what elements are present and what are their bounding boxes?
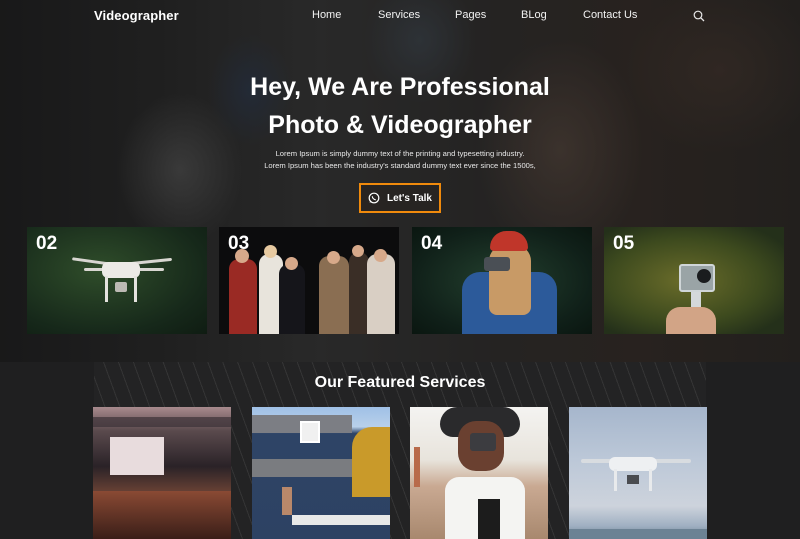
service-card-real-estate[interactable] xyxy=(252,407,390,539)
hero-subtext: Lorem Ipsum is simply dummy text of the … xyxy=(0,148,800,172)
drone-image xyxy=(71,252,173,312)
nav-item-home[interactable]: Home xyxy=(312,9,341,21)
subtext-line-2: Lorem Ipsum has been the industry's stan… xyxy=(264,161,536,170)
nav-item-pages[interactable]: Pages xyxy=(455,9,486,21)
gallery-tile[interactable]: 04 xyxy=(412,227,592,334)
featured-services-section: Our Featured Services xyxy=(0,362,800,539)
subtext-line-1: Lorem Ipsum is simply dummy text of the … xyxy=(275,149,525,158)
hero-headline: Hey, We Are Professional Photo & Videogr… xyxy=(0,68,800,144)
featured-services-title: Our Featured Services xyxy=(314,374,486,391)
house-image xyxy=(252,407,390,539)
brand-logo[interactable]: Videographer xyxy=(94,8,179,23)
nav-item-blog[interactable]: BLog xyxy=(521,9,547,21)
nav-item-contact-us[interactable]: Contact Us xyxy=(583,9,637,21)
tile-number: 05 xyxy=(613,233,635,254)
concert-image xyxy=(93,407,231,539)
tile-number: 04 xyxy=(421,233,443,254)
tile-number: 03 xyxy=(228,233,250,254)
woman-hat-camera-image xyxy=(410,407,548,539)
gallery-tile[interactable]: 02 xyxy=(27,227,207,334)
tile-number: 02 xyxy=(36,233,58,254)
whatsapp-icon xyxy=(368,192,380,204)
search-icon[interactable] xyxy=(693,10,705,22)
lets-talk-label: Let's Talk xyxy=(387,192,432,204)
headline-line-2: Photo & Videographer xyxy=(268,111,532,139)
service-card-photography[interactable] xyxy=(410,407,548,539)
service-card-aerial[interactable] xyxy=(569,407,707,539)
lets-talk-button[interactable]: Let's Talk xyxy=(359,183,441,213)
hero-section: Videographer Home Services Pages BLog Co… xyxy=(0,0,800,362)
nav-item-services[interactable]: Services xyxy=(378,9,420,21)
gallery-tile[interactable]: 03 xyxy=(219,227,399,334)
gallery-tile[interactable]: 05 xyxy=(604,227,784,334)
headline-line-1: Hey, We Are Professional xyxy=(250,73,550,101)
service-card-concert[interactable] xyxy=(93,407,231,539)
drone-sky-image xyxy=(569,407,707,539)
navbar: Videographer Home Services Pages BLog Co… xyxy=(0,0,800,32)
